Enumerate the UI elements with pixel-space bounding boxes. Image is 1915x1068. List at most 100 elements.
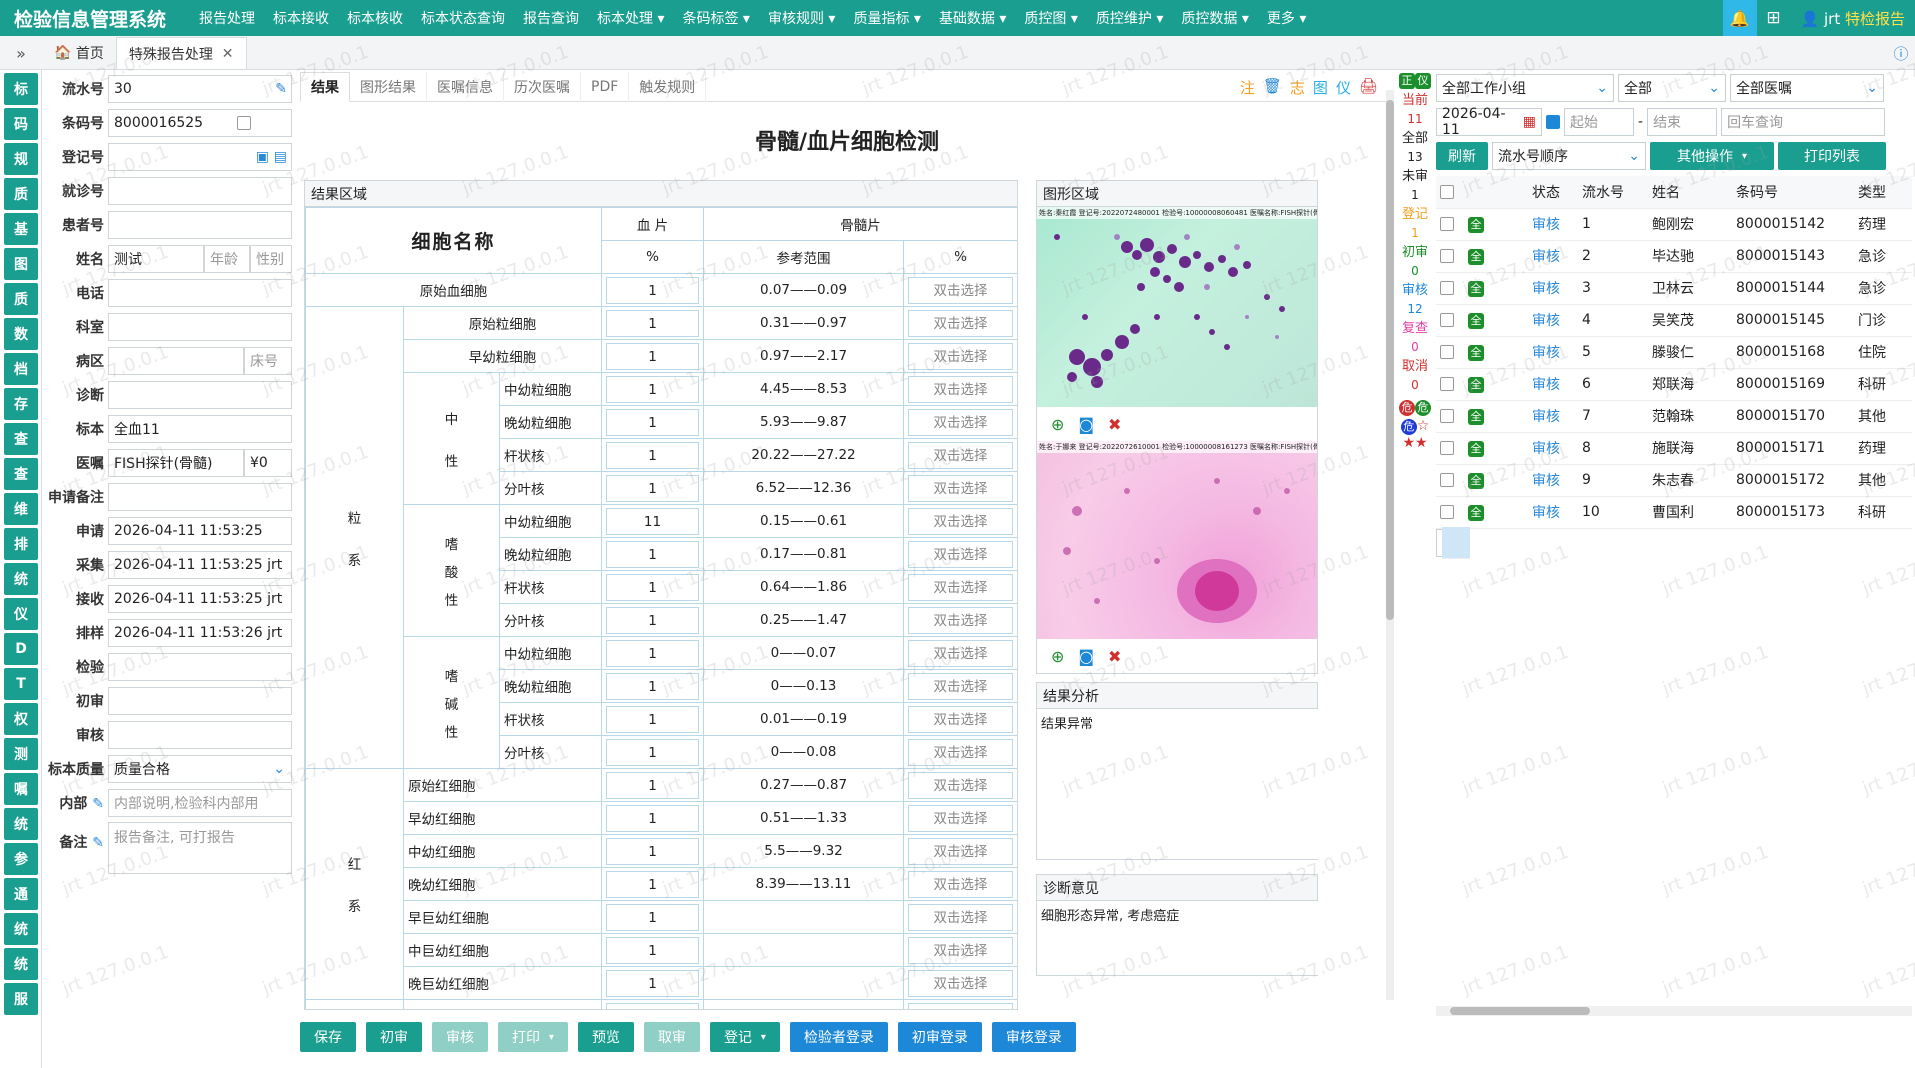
check-field[interactable] [108,653,292,681]
row-checkbox[interactable] [1440,249,1454,263]
sidebar-item[interactable]: 测 [4,738,38,770]
sidebar-item[interactable]: 码 [4,108,38,140]
center-scrollbar[interactable] [1386,90,1394,1000]
row-checkbox[interactable] [1440,345,1454,359]
sidebar-item[interactable]: 查 [4,423,38,455]
close-icon[interactable]: ✕ [222,46,234,62]
top-nav-item[interactable]: 审核规则 ▾ [759,8,844,28]
sidebar-item[interactable]: 查 [4,458,38,490]
blood-pct-input[interactable]: 1 [605,936,700,964]
sidebar-item[interactable]: 仪 [4,598,38,630]
instrument-icon[interactable]: 仪 [1336,77,1351,98]
start-input[interactable]: 起始 [1564,108,1634,136]
critical-badge[interactable]: 危 [1399,400,1415,416]
table-row[interactable]: 全 审核 9 朱志春 8000015172 其他 [1436,464,1912,497]
row-status[interactable]: 审核 [1528,240,1578,273]
delete-image-icon[interactable]: ✖ [1108,647,1121,666]
blood-pct-input[interactable]: 1 [605,375,700,403]
blood-pct-input[interactable]: 1 [605,837,700,865]
blood-pct-input[interactable]: 1 [605,639,700,667]
marrow-pct-select[interactable]: 双击选择 [908,309,1013,337]
sidebar-item[interactable]: 嘱 [4,773,38,805]
tab-trigger-rule[interactable]: 触发规则 [629,71,707,102]
order-select[interactable]: 全部医嘱 ⌄ [1730,74,1884,102]
calendar-icon[interactable]: ▦ [1523,114,1536,130]
first-review-field[interactable] [108,687,292,715]
blood-pct-input[interactable]: 1 [605,1002,700,1009]
star-outline-icon[interactable]: ☆ [1417,418,1430,434]
camera-icon[interactable]: ◙ [1078,647,1094,666]
marrow-pct-select[interactable]: 双击选择 [908,441,1013,469]
card-icon[interactable]: ▣ [256,149,269,165]
top-nav-item[interactable]: 报告查询 [514,8,588,28]
marrow-pct-select[interactable]: 双击选择 [908,936,1013,964]
marrow-pct-select[interactable]: 双击选择 [908,375,1013,403]
blood-pct-input[interactable]: 1 [605,969,700,997]
top-nav-item[interactable]: 基础数据 ▾ [930,8,1015,28]
marrow-pct-select[interactable]: 双击选择 [908,276,1013,304]
blood-pct-input[interactable]: 1 [605,540,700,568]
cancel-review-button[interactable]: 取审 [643,1022,700,1052]
tab-result[interactable]: 结果 [300,71,350,102]
sidebar-item[interactable]: 通 [4,878,38,910]
review-login-button[interactable]: 审核登录 [991,1022,1076,1052]
add-image-icon[interactable]: ⊕ [1051,647,1064,666]
marrow-pct-select[interactable]: 双击选择 [908,408,1013,436]
sidebar-item[interactable]: 存 [4,388,38,420]
sidebar-item[interactable]: 统 [4,808,38,840]
marrow-pct-select[interactable]: 双击选择 [908,639,1013,667]
top-nav-item[interactable]: 质控图 ▾ [1015,8,1086,28]
select-all-checkbox[interactable] [1440,184,1454,199]
status-filter-item[interactable]: 取消 0 [1398,357,1432,395]
sidebar-item[interactable]: 统 [4,563,38,595]
top-nav-item[interactable]: 更多 ▾ [1258,8,1315,28]
analysis-textarea[interactable]: 结果异常 [1037,709,1319,859]
status-filter-item[interactable]: 全部 13 [1398,129,1432,167]
sidebar-item[interactable]: 基 [4,213,38,245]
table-row[interactable]: 全 审核 7 范翰珠 8000015170 其他 [1436,400,1912,433]
serial-field[interactable]: 30 ✎ [108,75,292,103]
trash-icon[interactable]: 🗑 [1263,77,1282,98]
collapse-icon[interactable]: » [0,37,42,69]
blood-pct-input[interactable]: 1 [605,309,700,337]
col-barcode[interactable]: 条码号 [1732,176,1854,209]
other-ops-button[interactable]: 其他操作 ▾ [1650,142,1774,170]
specimen-field[interactable]: 全血11 [108,415,292,443]
visitno-field[interactable] [108,177,292,205]
top-nav-item[interactable]: 质控维护 ▾ [1087,8,1172,28]
row-checkbox[interactable] [1440,377,1454,391]
row-status[interactable]: 审核 [1528,368,1578,401]
marrow-pct-select[interactable]: 双击选择 [908,1002,1013,1009]
star-icon[interactable]: ★ [1415,435,1428,451]
table-row[interactable]: 全 审核 1 鲍刚宏 8000015142 药理 [1436,208,1912,241]
marrow-pct-select[interactable]: 双击选择 [908,837,1013,865]
top-nav-item[interactable]: 标本处理 ▾ [588,8,673,28]
dept-field[interactable] [108,313,292,341]
end-input[interactable]: 结束 [1647,108,1718,136]
remark-textarea[interactable]: 报告备注, 可打报告 [108,822,292,874]
row-checkbox[interactable] [1440,217,1454,231]
blood-pct-input[interactable]: 1 [605,606,700,634]
print-button[interactable]: 打印 ▾ [498,1022,568,1052]
table-row[interactable]: 全 审核 2 毕达驰 8000015143 急诊 [1436,240,1912,273]
status-filter-item[interactable]: 当前 11 [1398,91,1432,129]
sidebar-item[interactable]: 规 [4,143,38,175]
blood-pct-input[interactable]: 1 [605,903,700,931]
instrument-badge[interactable]: 仪 [1415,73,1431,89]
marrow-pct-select[interactable]: 双击选择 [908,738,1013,766]
status-select[interactable]: 全部 ⌄ [1618,74,1726,102]
marrow-pct-select[interactable]: 双击选择 [908,903,1013,931]
top-nav-item[interactable]: 标本接收 [264,8,338,28]
date-checkbox[interactable] [1546,115,1560,129]
row-checkbox[interactable] [1440,313,1454,327]
col-status[interactable]: 状态 [1528,176,1578,209]
opinion-textarea[interactable]: 细胞形态异常, 考虑癌症 [1037,901,1319,975]
top-nav-item[interactable]: 标本核收 [338,8,412,28]
print-list-button[interactable]: 打印列表 [1778,142,1886,170]
top-nav-item[interactable]: 质控数据 ▾ [1172,8,1257,28]
row-checkbox[interactable] [1440,505,1454,519]
print-icon[interactable]: 🖨 [1359,77,1378,98]
sidebar-item[interactable]: 参 [4,843,38,875]
sidebar-item[interactable]: 统 [4,913,38,945]
sort-select[interactable]: 流水号顺序 ⌄ [1492,142,1646,170]
